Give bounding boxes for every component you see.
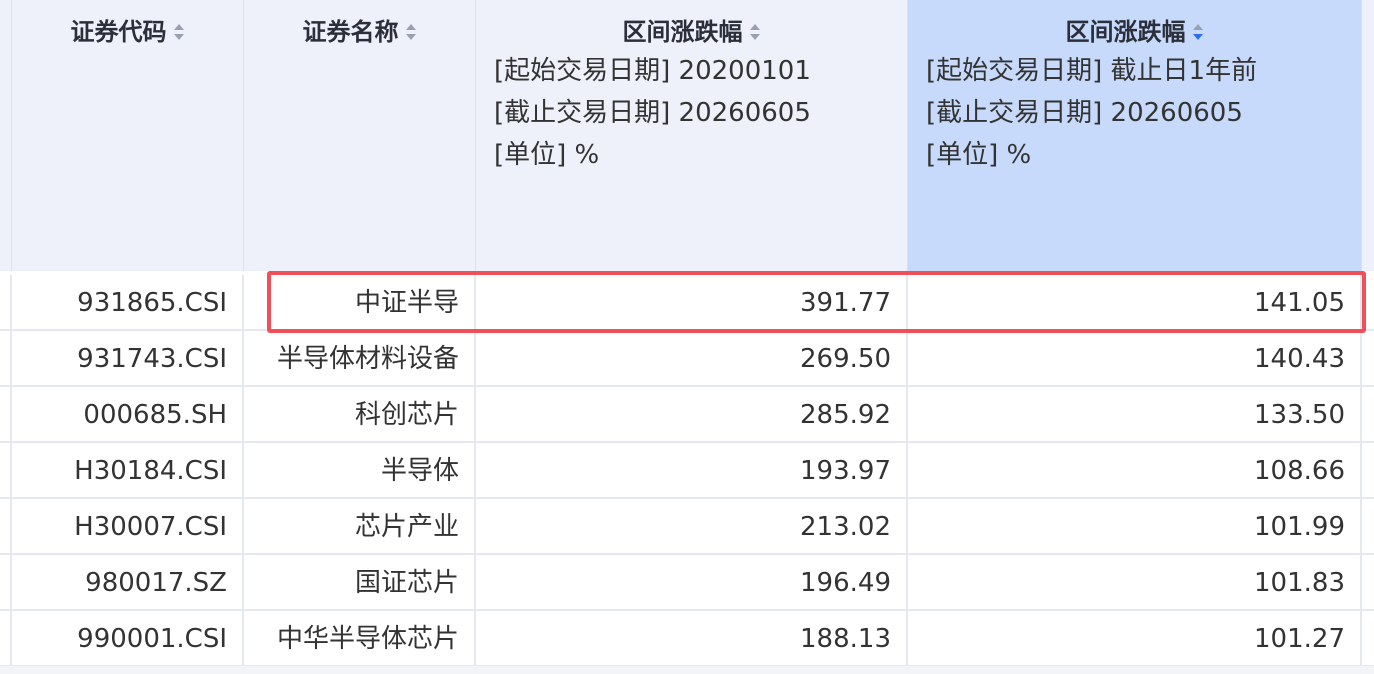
row-right-gutter	[1362, 443, 1374, 497]
security-code[interactable]: 980017.SZ	[12, 555, 244, 609]
header-change2-title: 区间涨跌幅	[908, 12, 1361, 47]
header-change-since-2020[interactable]: 区间涨跌幅 [起始交易日期] 20200101 [截止交易日期] 2026060…	[476, 0, 908, 271]
header-change1-label: 区间涨跌幅	[622, 18, 743, 46]
table-row[interactable]: H30184.CSI 半导体 193.97 108.66	[0, 443, 1374, 499]
row-gutter	[0, 555, 12, 609]
row-gutter	[0, 443, 12, 497]
table-row[interactable]: 990001.CSI 中华半导体芯片 188.13 101.27	[0, 611, 1374, 667]
header-change2-end-date: [截止交易日期] 20260605	[926, 98, 1243, 128]
header-change1-end-date: [截止交易日期] 20260605	[494, 98, 811, 128]
change-1y: 101.99	[908, 499, 1362, 553]
change-since-2020: 213.02	[476, 499, 908, 553]
security-name[interactable]: 中证半导	[244, 275, 476, 329]
header-change2-unit: [单位] %	[926, 140, 1032, 170]
change-since-2020: 269.50	[476, 331, 908, 385]
header-change2-start-date: [起始交易日期] 截止日1年前	[926, 56, 1258, 86]
data-table: 证券代码 证券名称 区间涨跌幅 [起始交易日期] 20200101 [截止交易日…	[0, 0, 1374, 674]
header-change2-label: 区间涨跌幅	[1065, 18, 1186, 46]
row-right-gutter	[1362, 275, 1374, 329]
header-code-label: 证券代码	[70, 18, 167, 46]
security-name[interactable]: 半导体材料设备	[244, 331, 476, 385]
change-since-2020: 196.49	[476, 555, 908, 609]
sort-icon[interactable]	[405, 20, 417, 44]
header-name-title: 证券名称	[244, 12, 475, 47]
table-row[interactable]: 931743.CSI 半导体材料设备 269.50 140.43	[0, 331, 1374, 387]
change-since-2020: 285.92	[476, 387, 908, 441]
row-gutter	[0, 611, 12, 665]
row-gutter	[0, 275, 12, 329]
table-row[interactable]: 000685.SH 科创芯片 285.92 133.50	[0, 387, 1374, 443]
security-name[interactable]: 科创芯片	[244, 387, 476, 441]
header-code-title: 证券代码	[12, 12, 243, 47]
row-right-gutter	[1362, 387, 1374, 441]
row-right-gutter	[1362, 499, 1374, 553]
security-code[interactable]: 931865.CSI	[12, 275, 244, 329]
security-name[interactable]: 国证芯片	[244, 555, 476, 609]
security-code[interactable]: H30007.CSI	[12, 499, 244, 553]
table-row[interactable]: 980017.SZ 国证芯片 196.49 101.83	[0, 555, 1374, 611]
sort-icon[interactable]	[173, 20, 185, 44]
header-change1-start-date: [起始交易日期] 20200101	[494, 56, 811, 86]
change-1y: 133.50	[908, 387, 1362, 441]
change-since-2020: 391.77	[476, 275, 908, 329]
row-right-gutter	[1362, 611, 1374, 665]
row-gutter	[0, 499, 12, 553]
sort-desc-icon[interactable]	[1192, 20, 1204, 44]
change-1y: 141.05	[908, 275, 1362, 329]
table-header: 证券代码 证券名称 区间涨跌幅 [起始交易日期] 20200101 [截止交易日…	[0, 0, 1374, 271]
security-code[interactable]: 931743.CSI	[12, 331, 244, 385]
security-name[interactable]: 芯片产业	[244, 499, 476, 553]
header-right-gutter	[1362, 0, 1374, 271]
header-change-1y[interactable]: 区间涨跌幅 [起始交易日期] 截止日1年前 [截止交易日期] 20260605 …	[908, 0, 1362, 271]
header-change1-title: 区间涨跌幅	[476, 12, 907, 47]
change-since-2020: 188.13	[476, 611, 908, 665]
row-gutter	[0, 331, 12, 385]
header-change1-unit: [单位] %	[494, 140, 600, 170]
table-row[interactable]: H30007.CSI 芯片产业 213.02 101.99	[0, 499, 1374, 555]
header-name-label: 证券名称	[302, 18, 399, 46]
change-since-2020: 193.97	[476, 443, 908, 497]
security-code[interactable]: 000685.SH	[12, 387, 244, 441]
security-name[interactable]: 中华半导体芯片	[244, 611, 476, 665]
header-gutter	[0, 0, 12, 271]
security-code[interactable]: H30184.CSI	[12, 443, 244, 497]
row-right-gutter	[1362, 555, 1374, 609]
row-gutter	[0, 387, 12, 441]
table-row[interactable]: 931865.CSI 中证半导 391.77 141.05	[0, 275, 1374, 331]
change-1y: 101.83	[908, 555, 1362, 609]
header-code[interactable]: 证券代码	[12, 0, 244, 271]
change-1y: 108.66	[908, 443, 1362, 497]
header-name[interactable]: 证券名称	[244, 0, 476, 271]
security-code[interactable]: 990001.CSI	[12, 611, 244, 665]
row-right-gutter	[1362, 331, 1374, 385]
security-name[interactable]: 半导体	[244, 443, 476, 497]
change-1y: 101.27	[908, 611, 1362, 665]
table-bottom-edge	[0, 666, 1374, 674]
sort-icon[interactable]	[749, 20, 761, 44]
change-1y: 140.43	[908, 331, 1362, 385]
